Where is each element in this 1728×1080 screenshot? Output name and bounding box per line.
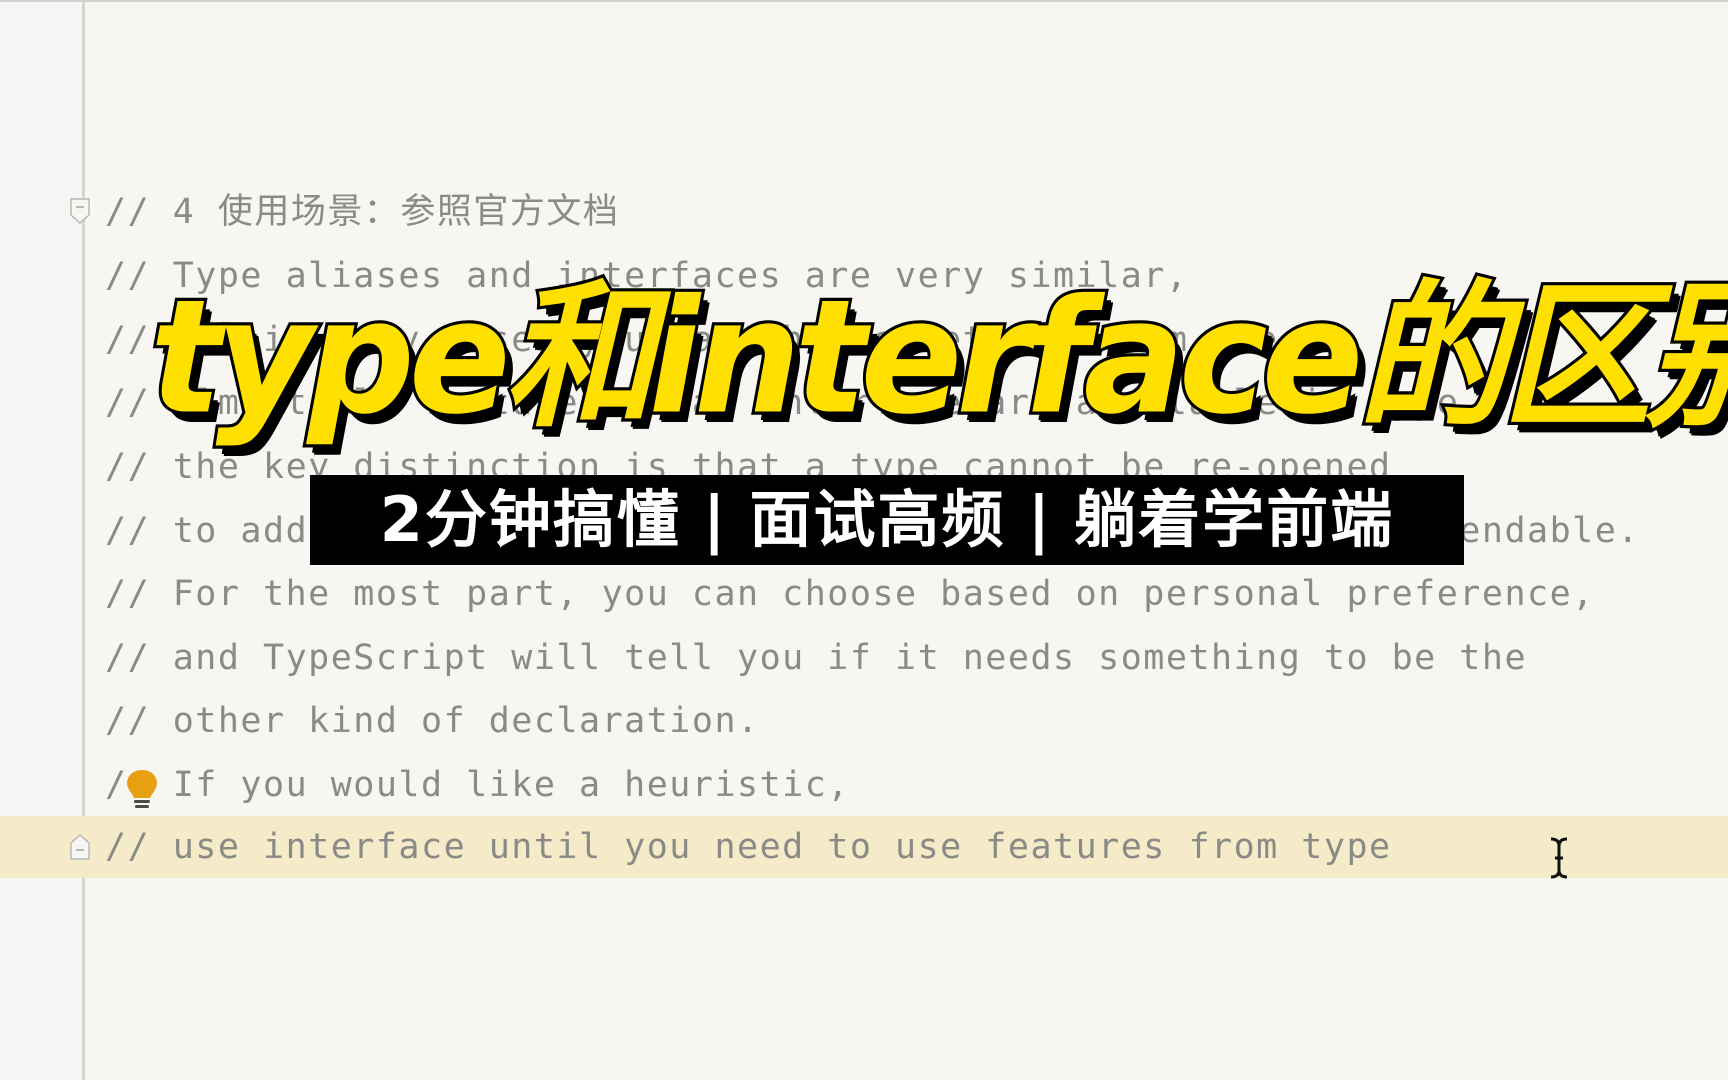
fold-collapse-icon[interactable] <box>70 198 90 224</box>
code-line-current[interactable]: // use interface until you need to use f… <box>105 816 1392 878</box>
code-line[interactable]: // For the most part, you can choose bas… <box>105 563 1595 625</box>
code-line[interactable]: // other kind of declaration. <box>105 690 760 752</box>
text-cursor-icon <box>1550 837 1568 879</box>
code-line[interactable]: / If you would like a heuristic, <box>105 754 850 816</box>
code-line[interactable]: // and TypeScript will tell you if it ne… <box>105 627 1527 689</box>
banner-text: 躺着学前端 <box>1074 483 1395 556</box>
lightbulb-icon[interactable] <box>124 768 160 812</box>
video-title-overlay: type和interface的区别 <box>147 263 1728 452</box>
subtitle-banner: 2分钟搞懂 | 面试高频 | 躺着学前端 <box>310 475 1464 565</box>
fold-end-icon[interactable] <box>70 834 90 860</box>
code-line[interactable]: // 4 使用场景：参照官方文档 <box>105 181 619 243</box>
banner-text: 2分钟搞懂 <box>379 483 681 556</box>
banner-separator: | <box>702 483 728 556</box>
banner-separator: | <box>1027 483 1053 556</box>
banner-text: 面试高频 <box>749 483 1006 556</box>
